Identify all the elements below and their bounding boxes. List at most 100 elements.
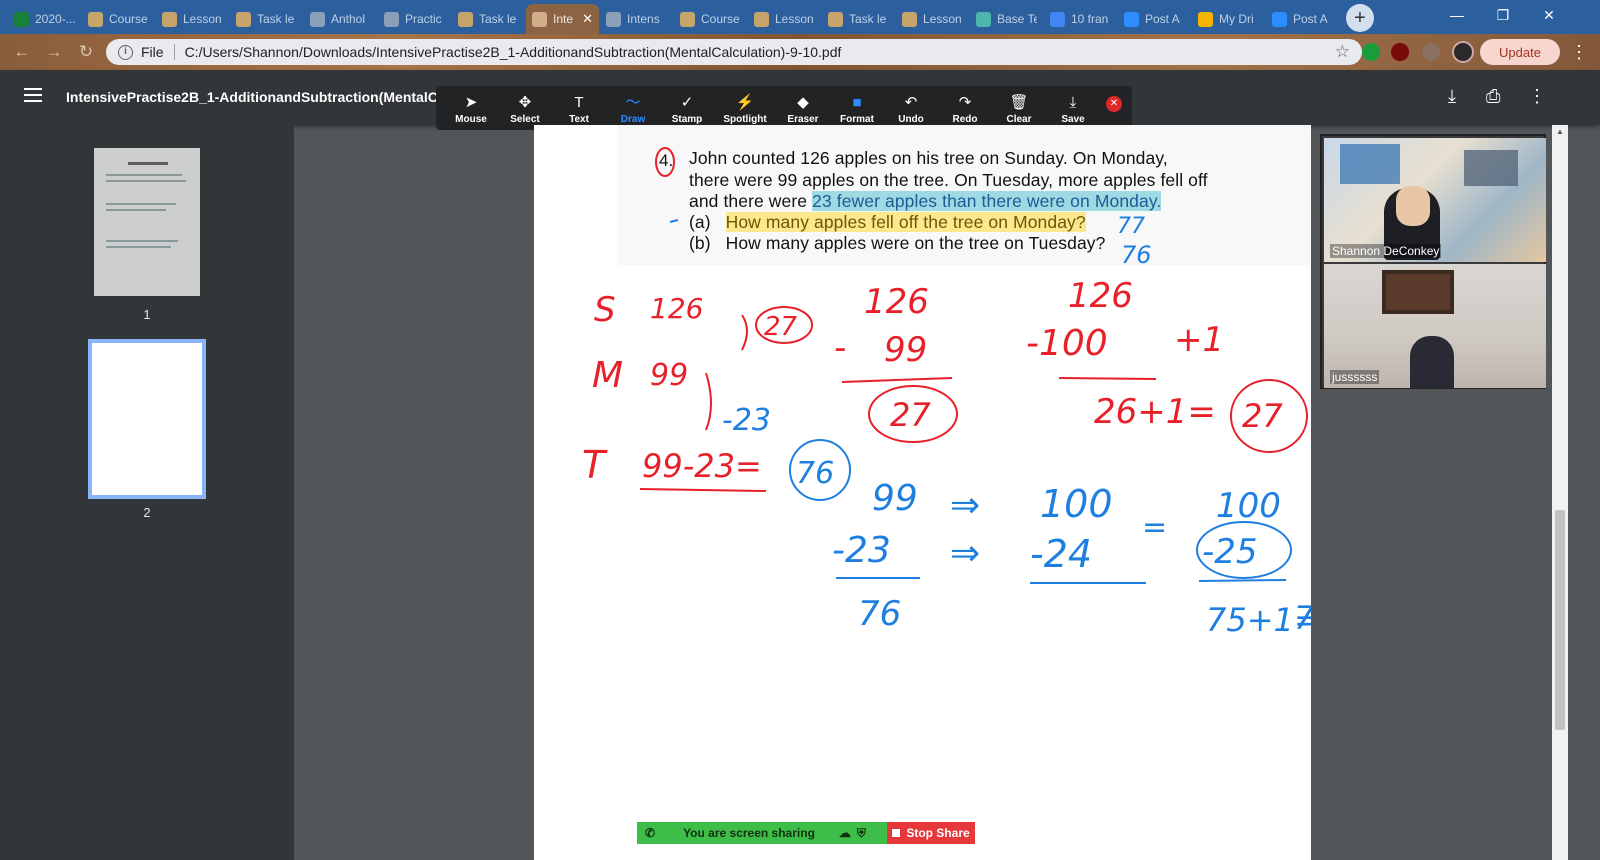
tab-label: Lesson bbox=[183, 12, 222, 26]
zoom-icon bbox=[1124, 11, 1139, 27]
ink-t-result: 76 bbox=[796, 456, 834, 491]
url-scheme: File bbox=[141, 44, 164, 60]
tool-format[interactable]: ■ Format bbox=[830, 86, 884, 130]
browser-tab[interactable]: Task le bbox=[230, 4, 303, 34]
tool-undo[interactable]: ↶ Undo bbox=[884, 86, 938, 130]
draw-icon: ～ bbox=[625, 94, 641, 111]
ink-result-27: 27 bbox=[764, 312, 798, 342]
update-button[interactable]: Update bbox=[1480, 39, 1560, 65]
browser-tab[interactable]: Course bbox=[82, 4, 155, 34]
download-icon[interactable]: ⤓ bbox=[1448, 86, 1456, 107]
new-tab-button[interactable]: + bbox=[1346, 4, 1374, 32]
tool-label: Eraser bbox=[787, 114, 819, 125]
ink-sub2-top: 126 bbox=[1068, 276, 1133, 316]
screen-share-bar: ✆ You are screen sharing ☁ ⛨ Stop Share bbox=[637, 822, 975, 844]
move-icon: ✥ bbox=[518, 94, 532, 111]
browser-tab[interactable]: Lesson bbox=[896, 4, 969, 34]
ublock-icon[interactable] bbox=[1391, 43, 1409, 61]
tab-close-icon[interactable]: ✕ bbox=[582, 11, 593, 27]
tool-stamp[interactable]: ✓ Stamp bbox=[660, 86, 714, 130]
cloud-icon: ☁ bbox=[838, 826, 851, 840]
person-silhouette bbox=[1410, 336, 1454, 388]
browser-tab[interactable]: Task le bbox=[822, 4, 895, 34]
url-divider bbox=[173, 44, 175, 60]
reload-icon[interactable]: ↻ bbox=[74, 40, 98, 64]
picture-frame bbox=[1382, 270, 1454, 314]
browser-tab[interactable]: Intens bbox=[600, 4, 673, 34]
close-window-icon[interactable]: ✕ bbox=[1526, 0, 1572, 30]
puzzle-icon[interactable] bbox=[1422, 43, 1440, 61]
tool-redo[interactable]: ↷ Redo bbox=[938, 86, 992, 130]
browser-tab[interactable]: Inte ✕ bbox=[526, 4, 599, 34]
tool-eraser[interactable]: ◆ Eraser bbox=[776, 86, 830, 130]
tool-text[interactable]: T Text bbox=[552, 86, 606, 130]
back-icon[interactable]: ← bbox=[10, 40, 34, 64]
tool-clear[interactable]: 🗑 Clear bbox=[992, 86, 1046, 130]
more-actions-icon[interactable]: ⋮ bbox=[1528, 86, 1546, 107]
browser-tab[interactable]: Post A bbox=[1266, 4, 1339, 34]
tool-label: Clear bbox=[1006, 114, 1032, 125]
menu-icon[interactable] bbox=[24, 88, 42, 102]
tool-spotlight[interactable]: ⚡ Spotlight bbox=[714, 86, 776, 130]
bookmark-star-icon[interactable]: ☆ bbox=[1335, 42, 1350, 62]
sharing-status-text: You are screen sharing bbox=[683, 826, 815, 840]
browser-tab[interactable]: Task le bbox=[452, 4, 525, 34]
ink-sub1-top: 126 bbox=[864, 282, 929, 322]
zoom-icon bbox=[1272, 11, 1287, 27]
minimize-icon[interactable]: — bbox=[1434, 0, 1480, 30]
scroll-thumb[interactable] bbox=[1555, 510, 1565, 730]
redo-icon: ↷ bbox=[958, 94, 972, 111]
ink-c3-mid: -25 bbox=[1202, 532, 1258, 572]
ink-equals: = bbox=[1142, 510, 1167, 545]
ink-expression: 99-23= bbox=[642, 447, 762, 485]
tab-label: Task le bbox=[257, 12, 295, 26]
extension-icon[interactable] bbox=[1362, 43, 1380, 61]
stop-icon bbox=[892, 829, 901, 837]
tab-strip: 2020-... Course Lesson Task le Anthol Practic… bbox=[0, 0, 1600, 34]
close-annotation-icon[interactable]: ✕ bbox=[1106, 96, 1122, 112]
trash-icon: 🗑 bbox=[1009, 94, 1029, 111]
tool-mouse[interactable]: ➤ Mouse bbox=[444, 86, 498, 130]
browser-tab[interactable]: Lesson bbox=[748, 4, 821, 34]
doc-page-icon bbox=[162, 11, 177, 27]
forward-icon[interactable]: → bbox=[42, 40, 66, 64]
browser-tab[interactable]: 10 fran bbox=[1044, 4, 1117, 34]
browser-tab[interactable]: Post A bbox=[1118, 4, 1191, 34]
tab-label: Post A bbox=[1293, 12, 1328, 26]
restore-icon[interactable]: ❐ bbox=[1480, 0, 1526, 30]
tool-save[interactable]: ⤓ Save bbox=[1046, 86, 1100, 130]
browser-tab[interactable]: Course bbox=[674, 4, 747, 34]
tool-draw[interactable]: ～ Draw bbox=[606, 86, 660, 130]
thumbnail-page-1[interactable] bbox=[94, 148, 200, 296]
participant-name-2: jussssss bbox=[1330, 370, 1380, 384]
browser-tab[interactable]: Base Te bbox=[970, 4, 1043, 34]
phone-icon: ✆ bbox=[645, 826, 656, 840]
browser-tab[interactable]: My Dri bbox=[1192, 4, 1265, 34]
scroll-up-icon[interactable]: ▲ bbox=[1556, 127, 1564, 136]
globe-icon bbox=[532, 11, 547, 27]
browser-tab[interactable]: Lesson bbox=[156, 4, 229, 34]
doc-page-icon bbox=[902, 11, 917, 27]
profile-avatar[interactable] bbox=[1452, 41, 1474, 63]
print-icon[interactable]: ⎙ bbox=[1486, 86, 1500, 107]
video-tile-2[interactable]: jussssss bbox=[1324, 264, 1546, 388]
stop-share-button[interactable]: Stop Share bbox=[887, 822, 975, 844]
globe-icon bbox=[310, 11, 325, 27]
browser-menu-icon[interactable]: ⋮ bbox=[1570, 42, 1588, 63]
url-bar[interactable]: i File C:/Users/Shannon/Downloads/Intens… bbox=[106, 39, 1362, 65]
browser-tab[interactable]: Practic bbox=[378, 4, 451, 34]
tool-select[interactable]: ✥ Select bbox=[498, 86, 552, 130]
format-icon: ■ bbox=[852, 94, 862, 111]
ink-answer-b: 76 bbox=[1121, 241, 1152, 269]
site-info-icon[interactable]: i bbox=[118, 44, 133, 60]
video-tile-1[interactable]: Shannon DeConkey bbox=[1324, 138, 1546, 262]
page-scrollbar[interactable]: ▲ bbox=[1552, 125, 1568, 860]
tool-label: Undo bbox=[898, 114, 924, 125]
robot-icon bbox=[976, 11, 991, 27]
browser-tab[interactable]: Anthol bbox=[304, 4, 377, 34]
thumbnail-page-2[interactable] bbox=[88, 339, 206, 499]
browser-tab[interactable]: 2020-... bbox=[8, 4, 81, 34]
ink-sub1-mid: 99 bbox=[884, 330, 927, 370]
ink-c1-top: 99 bbox=[872, 478, 918, 519]
tool-label: Draw bbox=[620, 114, 646, 125]
